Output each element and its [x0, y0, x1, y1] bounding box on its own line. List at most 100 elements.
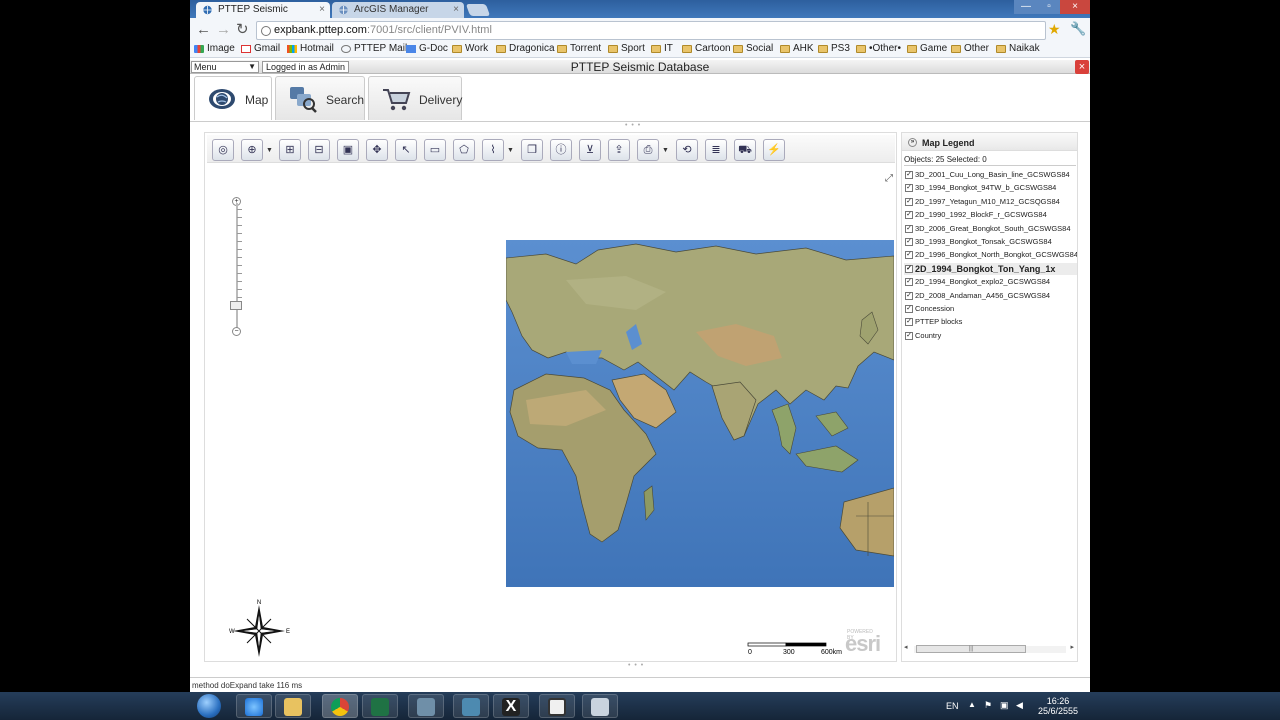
- splitter-grip[interactable]: • • •: [628, 662, 644, 669]
- legend-layer[interactable]: ✓ Concession: [904, 303, 1077, 315]
- legend-layer[interactable]: ✓ 2D_1996_Bongkot_North_Bongkot_GCSWGS84: [904, 249, 1077, 261]
- select-icon[interactable]: ↖: [395, 139, 417, 161]
- address-bar[interactable]: expbank.pttep.com:7001/src/client/PVIV.h…: [256, 21, 1046, 40]
- flag-icon[interactable]: ⚑: [984, 700, 992, 711]
- close-icon[interactable]: ×: [453, 4, 459, 15]
- layer-checkbox[interactable]: ✓: [905, 184, 913, 193]
- layer-checkbox[interactable]: ✓: [905, 264, 913, 273]
- bookmark-other[interactable]: Other: [951, 43, 989, 54]
- legend-layer[interactable]: ✓ 2D_1994_Bongkot_Ton_Yang_1x: [904, 262, 1077, 275]
- select-line-icon[interactable]: ⌇: [482, 139, 504, 161]
- cart-add-icon[interactable]: ⊻: [579, 139, 601, 161]
- print-icon[interactable]: ⎙: [637, 139, 659, 161]
- layer-checkbox[interactable]: ✓: [905, 171, 913, 179]
- clear-icon[interactable]: ⚡: [763, 139, 785, 161]
- scroll-thumb[interactable]: |||: [916, 645, 1026, 653]
- layer-checkbox[interactable]: ✓: [905, 211, 913, 220]
- taskbar-explorer[interactable]: [275, 694, 311, 718]
- minimize-button[interactable]: —: [1014, 0, 1038, 14]
- layer-checkbox[interactable]: ✓: [905, 224, 913, 233]
- bookmark-sport[interactable]: Sport: [608, 43, 645, 54]
- bookmark-hotmail[interactable]: Hotmail: [287, 43, 334, 54]
- close-icon[interactable]: ×: [319, 4, 325, 15]
- legend-layer[interactable]: ✓ 3D_2001_Cuu_Long_Basin_line_GCSWGS84: [904, 169, 1077, 181]
- bookmark-gmail[interactable]: Gmail: [241, 43, 280, 54]
- layer-checkbox[interactable]: ✓: [905, 197, 913, 206]
- bookmark-torrent[interactable]: Torrent: [557, 43, 601, 54]
- legend-layer[interactable]: ✓ 2D_1997_Yetagun_M10_M12_GCSQGS84: [904, 196, 1077, 208]
- network-icon[interactable]: ▣: [1000, 700, 1009, 711]
- legend-layer[interactable]: ✓ 2D_2008_Andaman_A456_GCSWGS84: [904, 290, 1077, 302]
- taskbar-chrome[interactable]: [322, 694, 358, 718]
- refresh-map-icon[interactable]: ⟲: [676, 139, 698, 161]
- export-icon[interactable]: ⇪: [608, 139, 630, 161]
- bookmark-work[interactable]: Work: [452, 43, 488, 54]
- bookmark-social[interactable]: Social: [733, 43, 773, 54]
- wrench-icon[interactable]: 🔧: [1070, 21, 1086, 37]
- chevron-down-icon[interactable]: ▼: [662, 147, 669, 154]
- zoom-slider[interactable]: + −: [230, 197, 243, 337]
- cart-icon[interactable]: ⛟: [734, 139, 756, 161]
- forward-icon[interactable]: →: [216, 22, 231, 37]
- bookmark-naikak[interactable]: Naikak: [996, 43, 1040, 54]
- legend-header[interactable]: » Map Legend: [902, 133, 1077, 151]
- bookmark-image[interactable]: Image: [194, 43, 235, 54]
- taskbar-xming[interactable]: X: [493, 694, 529, 718]
- tab-search[interactable]: Search: [275, 76, 365, 120]
- legend-layer[interactable]: ✓ Country: [904, 330, 1077, 342]
- legend-layer[interactable]: ✓ 3D_1994_Bongkot_94TW_b_GCSWGS84: [904, 182, 1077, 194]
- collapse-icon[interactable]: »: [908, 138, 917, 147]
- language-indicator[interactable]: EN: [946, 701, 959, 711]
- pan-icon[interactable]: ✥: [366, 139, 388, 161]
- taskbar-app3[interactable]: [582, 694, 618, 718]
- tab-arcgis-manager[interactable]: ArcGIS Manager ×: [332, 2, 464, 18]
- legend-layer[interactable]: ✓ PTTEP blocks: [904, 316, 1077, 328]
- report-icon[interactable]: ≣: [705, 139, 727, 161]
- reload-icon[interactable]: ↻: [236, 22, 249, 37]
- taskbar-excel[interactable]: [362, 694, 398, 718]
- chevron-down-icon[interactable]: ▼: [507, 147, 514, 154]
- scroll-right-icon[interactable]: ▸: [1070, 643, 1074, 651]
- bookmark-g-doc[interactable]: G-Doc: [406, 43, 448, 54]
- menu-select[interactable]: Menu ▼: [191, 61, 259, 73]
- bookmark-cartoon[interactable]: Cartoon: [682, 43, 731, 54]
- identify-icon[interactable]: ⓘ: [550, 139, 572, 161]
- taskbar-ie[interactable]: [236, 694, 272, 718]
- layer-checkbox[interactable]: ✓: [905, 278, 913, 287]
- app-close-button[interactable]: ×: [1075, 60, 1089, 74]
- close-window-button[interactable]: ×: [1060, 0, 1090, 14]
- taskbar-app2[interactable]: [453, 694, 489, 718]
- tab-delivery[interactable]: Delivery: [368, 76, 462, 120]
- zoom-icon[interactable]: ⊕: [241, 139, 263, 161]
- back-icon[interactable]: ←: [196, 22, 211, 37]
- volume-icon[interactable]: ◀: [1016, 700, 1023, 711]
- tab-map[interactable]: Map: [194, 76, 272, 120]
- binoculars-icon[interactable]: ◎: [212, 139, 234, 161]
- start-button[interactable]: [197, 694, 221, 718]
- maximize-button[interactable]: ▫: [1038, 0, 1060, 14]
- taskbar-app[interactable]: [408, 694, 444, 718]
- layer-checkbox[interactable]: ✓: [905, 291, 913, 300]
- legend-layer[interactable]: ✓ 2D_1994_Bongkot_explo2_GCSWGS84: [904, 276, 1077, 288]
- legend-layer[interactable]: ✓ 2D_1990_1992_BlockF_r_GCSWGS84: [904, 209, 1077, 221]
- tab-pttep-seismic[interactable]: PTTEP Seismic ×: [196, 2, 330, 18]
- bookmark-other-dot[interactable]: •Other•: [856, 43, 901, 54]
- layer-checkbox[interactable]: ✓: [905, 331, 913, 340]
- zoom-out-icon[interactable]: −: [232, 327, 241, 336]
- legend-layer[interactable]: ✓ 3D_2006_Great_Bongkot_South_GCSWGS84: [904, 223, 1077, 235]
- layers-icon[interactable]: ❐: [521, 139, 543, 161]
- splitter-grip[interactable]: • • •: [625, 122, 641, 129]
- zoom-thumb[interactable]: [230, 301, 242, 310]
- zoom-out-box-icon[interactable]: ⊟: [308, 139, 330, 161]
- bookmark-it[interactable]: IT: [651, 43, 673, 54]
- select-polygon-icon[interactable]: ⬠: [453, 139, 475, 161]
- bookmark-pttep-mail[interactable]: PTTEP Mail: [341, 43, 407, 54]
- layer-checkbox[interactable]: ✓: [905, 318, 913, 327]
- bookmark-ahk[interactable]: AHK: [780, 43, 814, 54]
- legend-layer[interactable]: ✓ 3D_1993_Bongkot_Tonsak_GCSWGS84: [904, 236, 1077, 248]
- layer-checkbox[interactable]: ✓: [905, 305, 913, 313]
- bookmark-game[interactable]: Game: [907, 43, 947, 54]
- star-icon[interactable]: ★: [1048, 21, 1061, 38]
- taskbar-window[interactable]: [539, 694, 575, 718]
- new-tab-button[interactable]: [465, 4, 491, 16]
